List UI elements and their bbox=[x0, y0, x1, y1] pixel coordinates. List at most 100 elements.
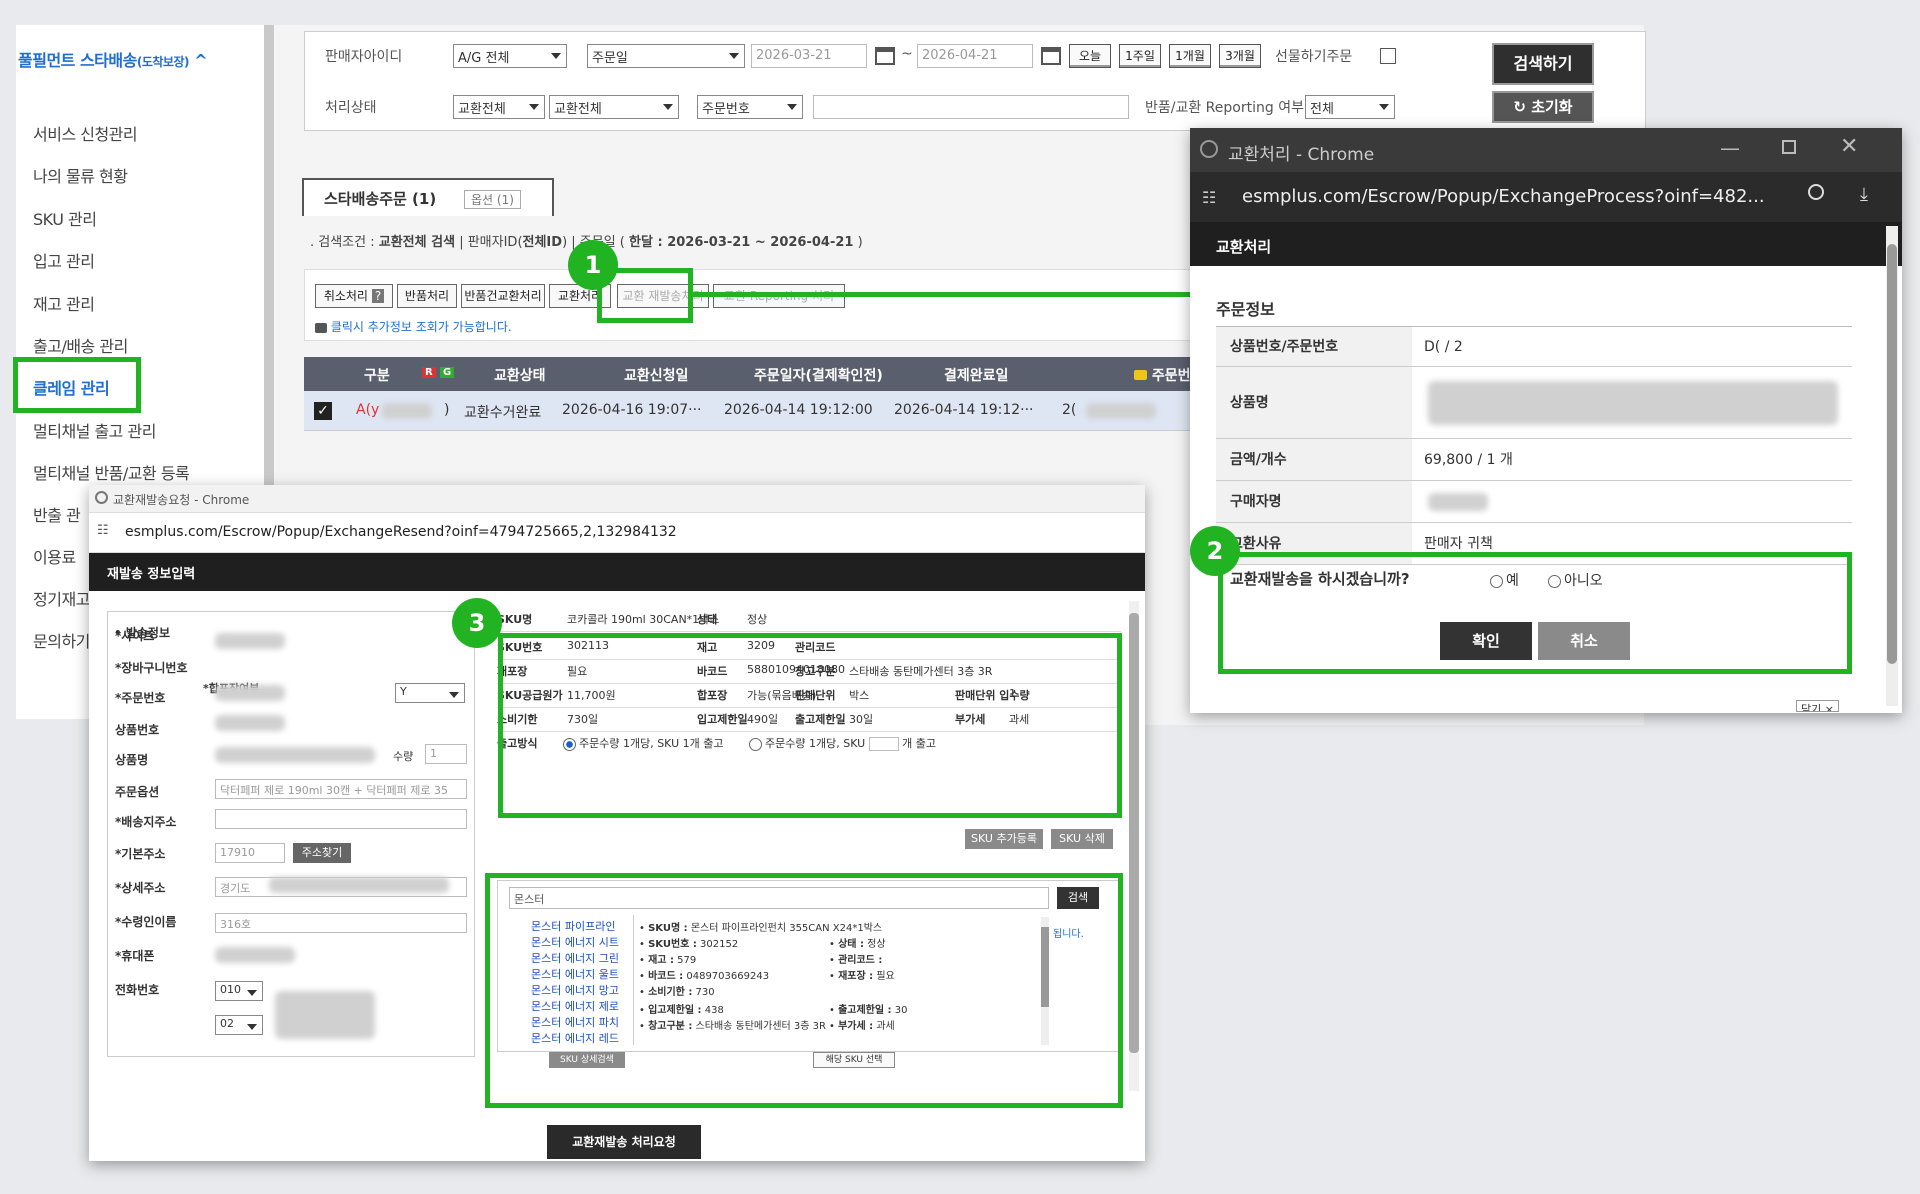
combine-select[interactable]: Y bbox=[395, 683, 465, 703]
search-button[interactable]: 검색하기 bbox=[1492, 43, 1594, 85]
calendar-icon[interactable] bbox=[875, 47, 895, 65]
presale-checkbox[interactable] bbox=[1380, 48, 1396, 64]
download-icon[interactable]: ⤓ bbox=[1860, 184, 1868, 205]
date-from-input[interactable]: 2026-03-21 bbox=[751, 44, 867, 68]
shipping-field-label: 주문옵션 bbox=[115, 785, 160, 799]
row-checkbox[interactable]: ✓ bbox=[314, 402, 332, 420]
address-search-button[interactable]: 주소찾기 bbox=[293, 843, 351, 863]
calendar-icon[interactable] bbox=[1041, 47, 1061, 65]
blurred-text bbox=[215, 633, 285, 649]
tel-prefix-select[interactable]: 02 bbox=[215, 1015, 263, 1035]
popup2-scrollbar[interactable] bbox=[1129, 601, 1139, 1091]
th-request-date: 교환신청일 bbox=[624, 368, 689, 384]
return-exchange-button[interactable]: 반품건교환처리 bbox=[461, 284, 545, 308]
maximize-icon[interactable] bbox=[1782, 140, 1796, 154]
sidebar-item-shipping[interactable]: 출고/배송 관리 bbox=[33, 333, 128, 357]
date-type-select[interactable]: 주문일 bbox=[587, 44, 745, 68]
date-to-input[interactable]: 2026-04-21 bbox=[917, 44, 1033, 68]
popup1-url[interactable]: esmplus.com/Escrow/Popup/ExchangeProcess… bbox=[1242, 186, 1765, 207]
blurred-text bbox=[215, 685, 285, 701]
arrow-line bbox=[693, 292, 1213, 297]
tab-star-delivery[interactable]: 스타배송주문 (1) 옵션 (1) bbox=[302, 178, 554, 216]
order-type-select[interactable]: 주문번호 bbox=[697, 95, 803, 119]
seller-select[interactable]: A/G 전체 bbox=[453, 44, 567, 68]
blurred-text bbox=[275, 991, 375, 1039]
highlight-resend-question bbox=[1218, 552, 1852, 674]
minimize-icon[interactable]: — bbox=[1720, 136, 1740, 160]
shipping-field-label: *수령인이름 bbox=[115, 915, 177, 929]
th-paid-date: 결제완료일 bbox=[944, 368, 1009, 384]
sidebar-item-sku[interactable]: SKU 관리 bbox=[33, 206, 97, 230]
seller-label: 판매자아이디 bbox=[325, 49, 403, 65]
today-button[interactable]: 오늘 bbox=[1069, 44, 1111, 68]
month-button[interactable]: 1개월 bbox=[1169, 44, 1211, 68]
week-button[interactable]: 1주일 bbox=[1119, 44, 1161, 68]
sidebar-item-service[interactable]: 서비스 신청관리 bbox=[33, 121, 138, 145]
popup2-url[interactable]: esmplus.com/Escrow/Popup/ExchangeResend?… bbox=[125, 524, 677, 540]
sidebar-item-logistics[interactable]: 나의 물류 현황 bbox=[33, 163, 128, 187]
return-process-button[interactable]: 반품처리 bbox=[397, 284, 457, 308]
sidebar-item-regular[interactable]: 정기재고 bbox=[33, 586, 90, 610]
zoom-icon[interactable] bbox=[1808, 184, 1824, 200]
close-button[interactable]: 닫기 × bbox=[1796, 700, 1839, 712]
blurred-text bbox=[215, 747, 375, 763]
product-name-input[interactable]: 닥터페퍼 제로 190ml 30캔 + 닥터페퍼 제로 35 bbox=[215, 779, 467, 799]
th-type: 구분 bbox=[364, 368, 390, 384]
sidebar-item-inbound[interactable]: 입고 관리 bbox=[33, 248, 95, 272]
sidebar-item-stock[interactable]: 재고 관리 bbox=[33, 291, 95, 315]
status-select-1[interactable]: 교환전체 bbox=[453, 95, 545, 119]
sku-field-label: SKU명 bbox=[497, 613, 533, 626]
order-search-input[interactable] bbox=[813, 95, 1129, 119]
th-order-date: 주문일자(결제확인전) bbox=[754, 368, 883, 384]
highlight-claim bbox=[13, 357, 141, 413]
row-order-date: 2026-04-14 19:12:00 bbox=[724, 402, 873, 418]
sidebar-item-multichannel-out[interactable]: 멀티채널 출고 관리 bbox=[33, 418, 156, 442]
help-icon: ? bbox=[371, 289, 385, 303]
report-label: 반품/교환 Reporting 여부 bbox=[1145, 100, 1304, 116]
sku-field-label: 상태 bbox=[697, 613, 718, 626]
info-row: 구매자명 bbox=[1216, 481, 1852, 523]
site-settings-icon[interactable]: ☷ bbox=[1202, 188, 1216, 207]
site-settings-icon[interactable]: ☷ bbox=[97, 523, 109, 538]
phone-prefix-select[interactable]: 010 bbox=[215, 981, 263, 1001]
tag-g: G bbox=[440, 367, 455, 378]
step-3-marker: 3 bbox=[452, 598, 502, 648]
shipping-field-label: *장바구니번호 bbox=[115, 661, 188, 675]
status-select-2[interactable]: 교환전체 bbox=[549, 95, 679, 119]
reset-icon: ↻ bbox=[1513, 98, 1526, 116]
info-row: 상품명 bbox=[1216, 367, 1852, 439]
3month-button[interactable]: 3개월 bbox=[1219, 44, 1261, 68]
zip-input[interactable]: 17910 bbox=[215, 843, 285, 863]
shipping-field-label: 상품번호 bbox=[115, 723, 160, 737]
report-select[interactable]: 전체 bbox=[1305, 95, 1395, 119]
sidebar-header[interactable]: 풀필먼트 스타배송(도착보장) ^ bbox=[18, 47, 207, 71]
popup1-scrollbar[interactable] bbox=[1886, 226, 1898, 706]
presale-label: 선물하기주문 bbox=[1275, 49, 1353, 65]
tab-option-badge: 옵션 (1) bbox=[464, 190, 521, 209]
blurred-text bbox=[215, 947, 295, 963]
detail-address-input[interactable]: 316호 bbox=[215, 913, 467, 933]
sidebar-item-multichannel-return[interactable]: 멀티채널 반품/교환 등록 bbox=[33, 460, 190, 484]
blurred-text bbox=[1086, 403, 1156, 419]
sidebar-item-fee[interactable]: 이용료 bbox=[33, 544, 76, 568]
globe-icon bbox=[95, 491, 108, 504]
status-label: 처리상태 bbox=[325, 100, 377, 116]
close-icon[interactable]: ✕ bbox=[1840, 134, 1858, 159]
sku-delete-button[interactable]: SKU 삭제 bbox=[1051, 829, 1113, 849]
resend-submit-button[interactable]: 교환재발송 처리요청 bbox=[547, 1125, 701, 1159]
tab-label: 스타배송주문 (1) bbox=[324, 190, 437, 208]
reset-button[interactable]: ↻ 초기화 bbox=[1492, 91, 1594, 123]
row-order-no: 2( bbox=[1062, 402, 1077, 418]
qty-input[interactable]: 1 bbox=[425, 744, 467, 764]
tilde: ~ bbox=[901, 46, 913, 62]
shipping-field-label: 전화번호 bbox=[115, 983, 160, 997]
blurred-text bbox=[269, 877, 449, 893]
sku-add-button[interactable]: SKU 추가등록 bbox=[965, 829, 1043, 849]
sidebar-item-takeout[interactable]: 반출 관 bbox=[33, 502, 81, 526]
shipping-field-label: *주문번호 bbox=[115, 691, 166, 705]
shipping-field-label: *휴대폰 bbox=[115, 949, 155, 963]
order-option-input[interactable] bbox=[215, 809, 467, 829]
cancel-process-button[interactable]: 취소처리 ? bbox=[315, 284, 393, 308]
sidebar-item-inquiry[interactable]: 문의하기 bbox=[33, 628, 90, 652]
chevron-up-icon: ^ bbox=[194, 51, 207, 70]
